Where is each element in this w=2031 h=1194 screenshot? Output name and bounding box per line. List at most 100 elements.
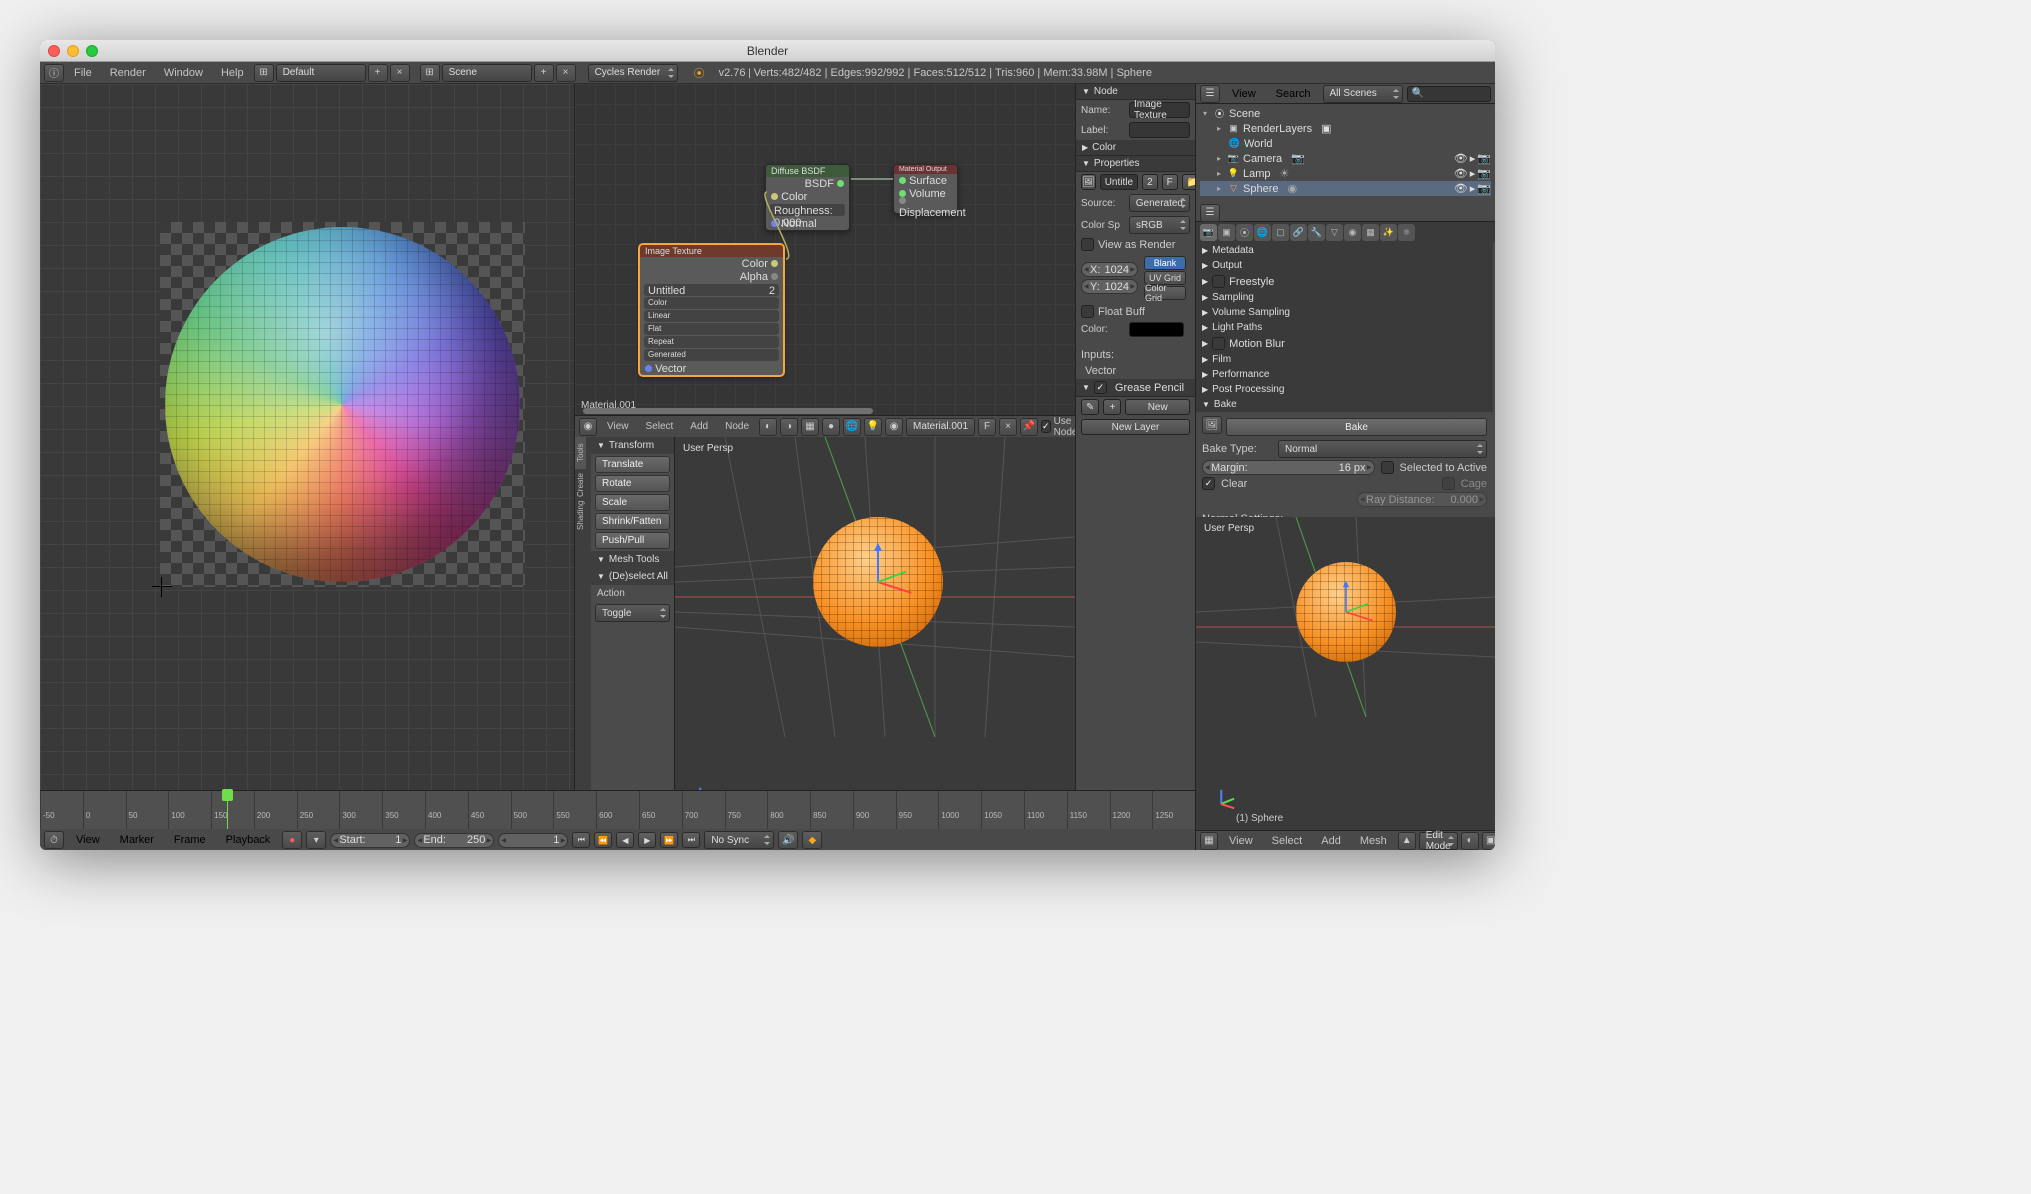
- node-h-scrollbar[interactable]: [583, 406, 1067, 415]
- tab-object-icon[interactable]: ▢: [1272, 224, 1289, 241]
- gen-blank[interactable]: Blank: [1144, 256, 1186, 270]
- scene-selector[interactable]: Scene: [442, 64, 532, 82]
- outliner-tree[interactable]: ▾⦿Scene ▸▣RenderLayers▣ 🌐World ▸📷Camera📷…: [1196, 104, 1495, 198]
- gen-color-swatch[interactable]: [1129, 322, 1184, 337]
- menu-window[interactable]: Window: [156, 67, 211, 79]
- uv-viewport[interactable]: [40, 84, 574, 828]
- np-node[interactable]: Node: [1076, 84, 1195, 100]
- jump-end-icon[interactable]: ⏭: [682, 832, 700, 848]
- node-menu-add[interactable]: Add: [683, 421, 715, 432]
- outliner-filter[interactable]: All Scenes: [1323, 85, 1403, 103]
- float-buffer-check[interactable]: [1081, 305, 1094, 318]
- tab-world-icon[interactable]: 🌐: [1254, 224, 1271, 241]
- clear-check[interactable]: [1202, 477, 1215, 490]
- play-icon[interactable]: ▶: [638, 832, 656, 848]
- mini-menu-mesh[interactable]: Mesh: [1352, 835, 1395, 847]
- jump-start-icon[interactable]: ⏮: [572, 832, 590, 848]
- material-unlink-icon[interactable]: ×: [999, 418, 1017, 436]
- mini-shading-icon[interactable]: ◐: [1461, 832, 1479, 850]
- pp-performance[interactable]: Performance: [1196, 367, 1493, 382]
- render-engine-selector[interactable]: Cycles Render: [588, 64, 678, 82]
- tab-constraints-icon[interactable]: 🔗: [1290, 224, 1307, 241]
- gizmo-z-axis[interactable]: [877, 547, 879, 582]
- bake-result-icon[interactable]: 🖼: [1202, 416, 1222, 434]
- transform-gizmo[interactable]: [843, 547, 913, 617]
- mini-editor-type-icon[interactable]: ▦: [1200, 832, 1218, 850]
- tab-data-icon[interactable]: ▽: [1326, 224, 1343, 241]
- img-fake-user[interactable]: F: [1162, 174, 1178, 190]
- timeline-editor-type-icon[interactable]: ⏱: [44, 831, 64, 849]
- texture-tree-icon[interactable]: ▦: [801, 418, 819, 436]
- pp-bake[interactable]: Bake: [1196, 397, 1493, 412]
- 2d-cursor-icon[interactable]: [152, 577, 172, 597]
- img-users[interactable]: 2: [1142, 174, 1158, 190]
- audio-mute-icon[interactable]: 🔊: [778, 831, 798, 849]
- keyframe-prev-icon[interactable]: ⏪: [594, 832, 612, 848]
- layout-remove-icon[interactable]: ×: [390, 64, 410, 82]
- np-properties[interactable]: Properties: [1076, 156, 1195, 172]
- tab-texture-icon[interactable]: ▦: [1362, 224, 1379, 241]
- cage-check[interactable]: [1442, 477, 1455, 490]
- view3d-secondary[interactable]: User Persp (1) Sphere: [1196, 517, 1495, 830]
- pp-metadata[interactable]: Metadata: [1196, 243, 1493, 258]
- mini-menu-view[interactable]: View: [1221, 835, 1261, 847]
- world-shader-icon[interactable]: 🌐: [843, 418, 861, 436]
- layout-selector[interactable]: Default: [276, 64, 366, 82]
- node-label-field[interactable]: [1129, 122, 1190, 138]
- img-browse-icon[interactable]: 🖼: [1081, 174, 1096, 190]
- mini-gizmo[interactable]: [1318, 584, 1374, 640]
- material-browse-icon[interactable]: ◉: [885, 418, 903, 436]
- layout-browse-icon[interactable]: ⊞: [254, 64, 274, 82]
- menu-render[interactable]: Render: [102, 67, 154, 79]
- panel-transform[interactable]: Transform: [591, 437, 674, 454]
- tl-marker-icon[interactable]: ◆: [802, 831, 822, 849]
- ol-menu-search[interactable]: Search: [1268, 88, 1319, 100]
- tool-tab-shading[interactable]: Shading: [575, 501, 586, 533]
- tab-modifiers-icon[interactable]: 🔧: [1308, 224, 1325, 241]
- node-editor-type-icon[interactable]: ◉: [579, 418, 597, 436]
- compositor-tree-icon[interactable]: ◑: [780, 418, 798, 436]
- current-frame-field[interactable]: 1: [498, 833, 568, 848]
- mini-mode-selector[interactable]: Edit Mode: [1419, 832, 1458, 850]
- node-diffuse-bsdf[interactable]: Diffuse BSDF BSDF Color Roughness: 0.000…: [765, 164, 850, 231]
- sync-mode-selector[interactable]: No Sync: [704, 831, 774, 849]
- shader-tree-icon[interactable]: ◐: [759, 418, 777, 436]
- gp-add-icon[interactable]: +: [1103, 399, 1121, 415]
- tab-physics-icon[interactable]: ⚛: [1398, 224, 1415, 241]
- material-pin-icon[interactable]: 📌: [1020, 418, 1038, 436]
- pp-output[interactable]: Output: [1196, 258, 1493, 273]
- np-gpencil[interactable]: Grease Pencil: [1076, 379, 1195, 397]
- pp-post-processing[interactable]: Post Processing: [1196, 382, 1493, 397]
- margin-field[interactable]: Margin:16 px: [1202, 460, 1375, 475]
- pp-freestyle[interactable]: Freestyle: [1196, 273, 1493, 290]
- sel-to-active-check[interactable]: [1381, 461, 1394, 474]
- gp-new-layer-button[interactable]: New Layer: [1081, 419, 1190, 435]
- colorspace-selector[interactable]: sRGB: [1129, 216, 1190, 234]
- view3d-viewport[interactable]: User Persp (1) Sphere: [675, 437, 1075, 828]
- use-nodes-check[interactable]: [1041, 420, 1051, 433]
- menu-help[interactable]: Help: [213, 67, 252, 79]
- start-frame-field[interactable]: Start:1: [330, 833, 410, 848]
- scene-browse-icon[interactable]: ⊞: [420, 64, 440, 82]
- end-frame-field[interactable]: End:250: [414, 833, 494, 848]
- node-menu-select[interactable]: Select: [639, 421, 681, 432]
- tl-menu-view[interactable]: View: [68, 834, 108, 846]
- tab-material-icon[interactable]: ◉: [1344, 224, 1361, 241]
- tool-tab-tools[interactable]: Tools: [575, 437, 586, 469]
- obj-shader-icon[interactable]: ●: [822, 418, 840, 436]
- source-selector[interactable]: Generated: [1129, 194, 1190, 212]
- scene-remove-icon[interactable]: ×: [556, 64, 576, 82]
- node-material-output[interactable]: Material Output Surface Volume Displacem…: [893, 164, 958, 214]
- editor-type-icon[interactable]: ⓘ: [44, 64, 64, 82]
- material-selector[interactable]: Material.001: [906, 418, 975, 436]
- scene-add-icon[interactable]: +: [534, 64, 554, 82]
- tool-tab-create[interactable]: Create: [575, 469, 586, 501]
- op-scale[interactable]: Scale: [595, 494, 670, 511]
- gp-new-button[interactable]: New: [1125, 399, 1190, 415]
- bake-type-selector[interactable]: Normal: [1278, 440, 1487, 458]
- mini-menu-select[interactable]: Select: [1264, 835, 1311, 847]
- op-shrink-fatten[interactable]: Shrink/Fatten: [595, 513, 670, 530]
- pp-motion-blur[interactable]: Motion Blur: [1196, 335, 1493, 352]
- img-name-field[interactable]: Untitle: [1100, 174, 1138, 190]
- props-editor-type-icon[interactable]: ☰: [1200, 204, 1220, 222]
